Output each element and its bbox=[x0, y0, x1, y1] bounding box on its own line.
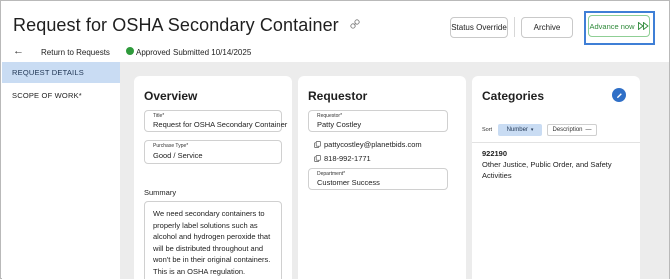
page-header: Request for OSHA Secondary Container Sta… bbox=[1, 1, 669, 45]
categories-divider bbox=[472, 142, 640, 143]
overview-card: Overview Title* Request for OSHA Seconda… bbox=[134, 76, 292, 279]
purchase-type-label: Purchase Type* bbox=[153, 143, 189, 149]
title-field-value: Request for OSHA Secondary Container bbox=[153, 120, 288, 129]
department-field-value: Customer Success bbox=[317, 178, 380, 187]
return-to-requests-link[interactable]: Return to Requests bbox=[41, 48, 110, 57]
chevron-down-icon: ▾ bbox=[530, 127, 534, 133]
main-content: Overview Title* Request for OSHA Seconda… bbox=[120, 62, 669, 279]
page-title: Request for OSHA Secondary Container bbox=[13, 13, 360, 36]
back-arrow-icon[interactable]: ← bbox=[13, 45, 24, 57]
approved-status-dot bbox=[126, 47, 134, 55]
sort-description-button[interactable]: Description — bbox=[547, 124, 597, 136]
advance-now-button[interactable]: Advance now bbox=[588, 15, 650, 37]
categories-heading: Categories bbox=[482, 89, 545, 103]
requestor-email-text: pattycostley@planetbids.com bbox=[324, 140, 422, 149]
purchase-type-value: Good / Service bbox=[153, 151, 203, 160]
sort-number-button[interactable]: Number ▾ bbox=[498, 124, 542, 136]
requestor-field-label: Requestor* bbox=[317, 113, 343, 119]
edit-categories-button[interactable] bbox=[612, 88, 626, 102]
submitted-date: Submitted 10/14/2025 bbox=[173, 48, 252, 57]
link-icon[interactable] bbox=[350, 13, 360, 29]
department-field-label: Department* bbox=[317, 171, 346, 177]
requestor-heading: Requestor bbox=[308, 89, 368, 103]
pencil-icon bbox=[616, 92, 622, 98]
categories-card: Categories Sort Number ▾ Description — 9… bbox=[472, 76, 640, 279]
category-code: 922190 bbox=[482, 149, 508, 158]
status-override-button[interactable]: Status Override bbox=[450, 17, 508, 38]
requestor-email[interactable]: pattycostley@planetbids.com bbox=[314, 140, 422, 149]
app-window: Request for OSHA Secondary Container Sta… bbox=[0, 0, 670, 279]
sort-label: Sort bbox=[482, 127, 493, 133]
page-title-text: Request for OSHA Secondary Container bbox=[13, 15, 339, 35]
summary-label: Summary bbox=[144, 188, 177, 197]
status-badge: Approved bbox=[136, 48, 171, 57]
category-description: Other Justice, Public Order, and Safety … bbox=[482, 160, 612, 180]
copy-icon[interactable] bbox=[314, 155, 321, 162]
title-field-label: Title* bbox=[153, 113, 165, 119]
requestor-field-value: Patty Costley bbox=[317, 120, 362, 129]
requestor-card: Requestor Requestor* Patty Costley patty… bbox=[298, 76, 466, 279]
header-divider bbox=[514, 17, 515, 37]
fast-forward-icon bbox=[637, 22, 649, 30]
summary-textarea[interactable]: We need secondary containers to properly… bbox=[144, 201, 282, 279]
requestor-phone[interactable]: 818-992-1771 bbox=[314, 154, 371, 163]
overview-heading: Overview bbox=[144, 89, 198, 103]
sidebar-item-request-details[interactable]: REQUEST DETAILS bbox=[2, 62, 120, 83]
copy-icon[interactable] bbox=[314, 141, 321, 148]
requestor-phone-text: 818-992-1771 bbox=[324, 154, 371, 163]
requestor-field[interactable]: Requestor* Patty Costley bbox=[308, 110, 448, 132]
sort-number-label: Number bbox=[506, 127, 528, 133]
archive-button[interactable]: Archive bbox=[521, 17, 573, 38]
purchase-type-field[interactable]: Purchase Type* Good / Service bbox=[144, 140, 282, 164]
sort-description-label: Description bbox=[552, 127, 583, 133]
department-field[interactable]: Department* Customer Success bbox=[308, 168, 448, 190]
dash-icon: — bbox=[585, 127, 592, 133]
sidebar: REQUEST DETAILS SCOPE OF WORK* bbox=[2, 62, 120, 279]
sidebar-item-scope-of-work[interactable]: SCOPE OF WORK* bbox=[2, 85, 120, 106]
title-field[interactable]: Title* Request for OSHA Secondary Contai… bbox=[144, 110, 287, 132]
advance-now-label: Advance now bbox=[589, 21, 635, 31]
